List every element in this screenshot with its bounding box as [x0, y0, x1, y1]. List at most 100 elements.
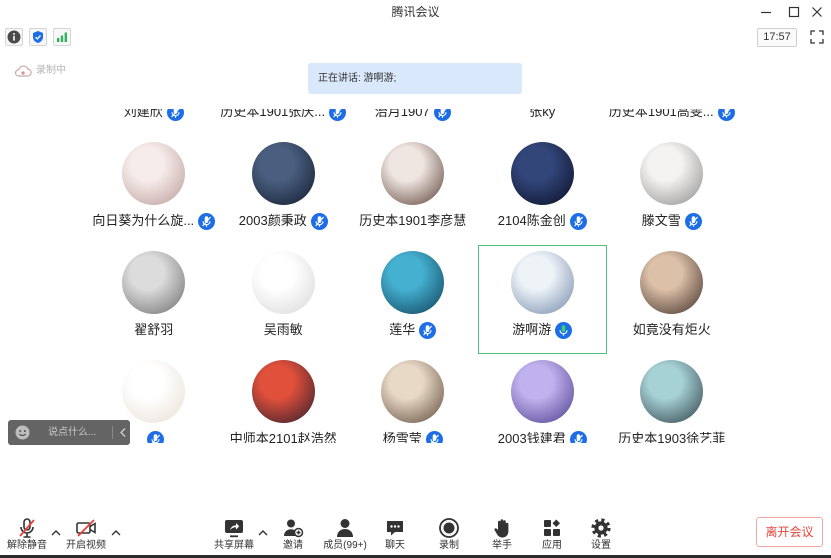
start-video-label: 开启视频	[66, 540, 106, 551]
settings-button[interactable]: 设置	[571, 517, 631, 555]
participant-name: 刘建欣	[123, 109, 163, 119]
chevron-up-icon[interactable]	[111, 529, 121, 537]
record-label: 录制	[439, 540, 459, 551]
participant-tile[interactable]: 向日葵为什么旋...	[89, 136, 219, 245]
unmute-label: 解除静音	[7, 540, 47, 551]
participant-avatar	[510, 251, 574, 314]
participant-name-row: 莲华	[348, 321, 478, 339]
participant-tile[interactable]: 杨雪莹	[348, 354, 478, 443]
speaking-text: 正在讲话: 游啊游;	[318, 73, 397, 84]
participant-grid: 刘建欣 历史本1901张庆... 治月1907 张ky 历史本1901高雯... 向日葵为…	[89, 109, 737, 443]
participant-tile[interactable]: 2003钱建君	[478, 354, 608, 443]
mic-muted-icon	[684, 212, 702, 230]
participant-avatar	[251, 251, 315, 314]
participant-name-row: 2003颜秉政	[219, 212, 349, 230]
participant-name-row: 张ky	[478, 109, 608, 121]
fullscreen-icon[interactable]	[809, 29, 825, 45]
participant-avatar	[640, 142, 703, 205]
apps-icon	[544, 519, 560, 536]
mic-active-icon	[555, 321, 573, 339]
participant-name-row: 翟舒羽	[89, 321, 219, 339]
network-status-button[interactable]	[53, 28, 71, 46]
share-screen-label: 共享屏幕	[214, 540, 254, 551]
start-video-button[interactable]: 开启视频	[56, 517, 116, 555]
participant-name-row: 向日葵为什么旋...	[89, 212, 219, 230]
mic-muted-icon	[717, 109, 735, 121]
add-person-icon	[284, 519, 304, 538]
participant-name-row: 2003钱建君	[478, 430, 608, 443]
window-title: 腾讯会议	[391, 5, 440, 19]
mic-muted-icon	[433, 109, 451, 121]
participant-avatar	[510, 142, 574, 205]
minimize-icon[interactable]	[758, 4, 774, 20]
chevron-left-icon[interactable]	[119, 427, 127, 438]
participant-name: 中师本2101赵浩然	[229, 431, 337, 443]
participant-tile[interactable]: 莲华	[348, 245, 478, 354]
participant-tile[interactable]: 2104陈金创	[478, 136, 608, 245]
participant-avatar	[381, 251, 444, 314]
participant-tile[interactable]: 历史本1903徐艺菲	[607, 354, 737, 443]
chat-input[interactable]: 说点什么...	[48, 420, 96, 445]
participant-name: 张ky	[529, 109, 556, 119]
participant-name-row: 刘建欣	[89, 109, 219, 121]
share-screen-button[interactable]: 共享屏幕	[204, 517, 264, 555]
chat-input-bar[interactable]: 说点什么...	[8, 420, 130, 445]
participant-name-row: 中师本2101赵浩然	[219, 430, 349, 443]
participant-avatar	[251, 142, 315, 205]
participant-name: 如竟没有炬火	[632, 322, 711, 337]
participant-tile[interactable]: 历史本1901高雯...	[607, 109, 737, 136]
participant-avatar	[640, 251, 703, 314]
recording-indicator[interactable]: 录制中	[14, 63, 66, 79]
participant-tile[interactable]: 历史本1901李彦慧	[348, 136, 478, 245]
participant-name-row: 滕文雪	[607, 212, 737, 230]
participant-avatar	[122, 360, 185, 423]
participant-tile[interactable]: 张ky	[478, 109, 608, 136]
participant-name: 2003钱建君	[497, 431, 566, 443]
security-button[interactable]	[29, 28, 47, 46]
participant-tile[interactable]: 2003颜秉政	[219, 136, 349, 245]
participant-avatar	[640, 360, 703, 423]
participant-name-row: 历史本1903徐艺菲	[607, 430, 737, 443]
raise-hand-icon	[494, 519, 509, 538]
participant-name: 杨雪莹	[382, 431, 422, 443]
recording-label: 录制中	[36, 65, 66, 76]
participant-avatar	[251, 360, 315, 423]
participant-gallery[interactable]: 刘建欣 历史本1901张庆... 治月1907 张ky 历史本1901高雯... 向日葵为…	[0, 109, 831, 443]
mic-muted-icon	[569, 212, 587, 230]
participant-name: 向日葵为什么旋...	[92, 213, 195, 228]
mic-muted-icon	[310, 212, 328, 230]
participant-name: 翟舒羽	[134, 322, 174, 337]
participant-name-row: 历史本1901高雯...	[607, 109, 737, 121]
participant-tile[interactable]: 吴雨敏	[219, 245, 349, 354]
emoji-icon[interactable]	[15, 425, 30, 440]
unmute-button[interactable]: 解除静音	[0, 517, 57, 555]
close-icon[interactable]	[809, 4, 825, 20]
speaking-banner: 正在讲话: 游啊游;	[308, 63, 522, 94]
participant-tile[interactable]: 治月1907	[348, 109, 478, 136]
gear-icon	[591, 518, 611, 538]
mic-muted-icon	[166, 109, 184, 121]
leave-meeting-button[interactable]: 离开会议	[756, 517, 823, 547]
participant-tile[interactable]: 刘建欣	[89, 109, 219, 136]
record-button[interactable]: 录制	[419, 517, 479, 555]
participant-tile[interactable]: 滕文雪	[607, 136, 737, 245]
participant-tile[interactable]: 历史本1901张庆...	[219, 109, 349, 136]
participant-name: 滕文雪	[641, 213, 681, 228]
participant-tile[interactable]: 如竟没有炬火	[607, 245, 737, 354]
mic-muted-icon	[569, 430, 587, 443]
mic-muted-icon	[425, 430, 443, 443]
participant-tile[interactable]: 中师本2101赵浩然	[219, 354, 349, 443]
maximize-icon[interactable]	[786, 4, 802, 20]
participant-name: 历史本1901高雯...	[608, 109, 714, 119]
invite-button[interactable]: 邀请	[263, 517, 323, 555]
share-screen-icon	[225, 520, 243, 538]
participant-tile[interactable]: 翟舒羽	[89, 245, 219, 354]
participant-name: 历史本1901李彦慧	[359, 213, 467, 228]
participant-tile-active-speaker[interactable]: 游啊游	[477, 245, 607, 354]
chat-button[interactable]: 聊天	[365, 517, 425, 555]
members-icon	[337, 519, 353, 537]
info-icon	[7, 30, 21, 44]
participant-name: 治月1907	[374, 109, 430, 119]
participant-name: 莲华	[389, 322, 416, 337]
meeting-info-button[interactable]	[5, 28, 23, 46]
